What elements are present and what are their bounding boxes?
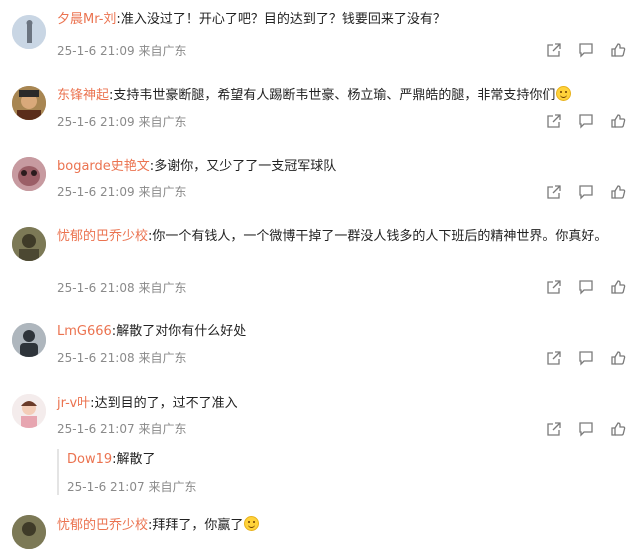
comment-date: 25-1-6 21:08 (57, 351, 135, 365)
comment-body: 解散了对你有什么好处 (116, 324, 247, 339)
comment-actions (546, 350, 626, 366)
comment-meta: 25-1-6 21:09 来自广东 (57, 114, 186, 130)
avatar[interactable] (12, 86, 46, 120)
share-icon[interactable] (546, 184, 562, 200)
comment-source: 来自广东 (138, 351, 187, 365)
comment-body: 多谢你，又少了了一支冠军球队 (154, 159, 337, 174)
share-icon[interactable] (546, 42, 562, 58)
share-icon[interactable] (546, 113, 562, 129)
comment-date: 25-1-6 21:07 (57, 422, 135, 436)
comment-text: jr-v叶:达到目的了，过不了准入 (57, 396, 238, 411)
comment-meta: 25-1-6 21:09 来自广东 (57, 43, 186, 59)
comment-source: 来自广东 (138, 422, 187, 436)
comment-username[interactable]: 忧郁的巴乔少校 (57, 518, 148, 533)
like-icon[interactable] (610, 42, 626, 58)
reply-meta: 25-1-6 21:07 来自广东 (67, 479, 196, 495)
comment-text: 夕晨Mr-刘:准入没过了！开心了吧？目的达到了？钱要回来了没有？ (57, 12, 446, 27)
comment-date: 25-1-6 21:09 (57, 185, 135, 199)
comment-icon[interactable] (578, 279, 594, 295)
avatar[interactable] (12, 323, 46, 357)
avatar[interactable] (12, 15, 46, 49)
comment-actions (546, 113, 626, 129)
comment-body: 支持韦世豪断腿，希望有人踢断韦世豪、杨立瑜、严鼎皓的腿，非常支持你们 (113, 88, 556, 103)
like-icon[interactable] (610, 184, 626, 200)
comment-date: 25-1-6 21:09 (57, 44, 135, 58)
comment-source: 来自广东 (138, 44, 187, 58)
like-icon[interactable] (610, 279, 626, 295)
comment-icon[interactable] (578, 350, 594, 366)
comment-body: 你一个有钱人，一个微博干掉了一群没人钱多的人下班后的精神世界。你真好。 (152, 229, 608, 244)
comment-text: bogarde史艳文:多谢你，又少了了一支冠军球队 (57, 159, 337, 174)
reply-username[interactable]: Dow19 (67, 452, 112, 467)
comment-source: 来自广东 (138, 115, 187, 129)
comment-meta: 25-1-6 21:08 来自广东 (57, 350, 186, 366)
comment-text: 忧郁的巴乔少校:你一个有钱人，一个微博干掉了一群没人钱多的人下班后的精神世界。你… (57, 229, 608, 244)
comment-date: 25-1-6 21:08 (57, 281, 135, 295)
comment-meta: 25-1-6 21:08 来自广东 (57, 280, 186, 296)
comment-icon[interactable] (578, 421, 594, 437)
share-icon[interactable] (546, 421, 562, 437)
comment-source: 来自广东 (138, 185, 187, 199)
comment-text: 忧郁的巴乔少校:拜拜了，你赢了 (57, 514, 617, 538)
comment-username[interactable]: LmG666 (57, 324, 112, 339)
comment-meta: 25-1-6 21:09 来自广东 (57, 184, 186, 200)
comment-actions (546, 279, 626, 295)
comment-username[interactable]: jr-v叶 (57, 396, 90, 411)
grin-emoji-icon (556, 86, 572, 101)
like-icon[interactable] (610, 421, 626, 437)
comment-text: 东锋神起:支持韦世豪断腿，希望有人踢断韦世豪、杨立瑜、严鼎皓的腿，非常支持你们 (57, 84, 617, 108)
comment-username[interactable]: 夕晨Mr-刘 (57, 12, 116, 27)
comment-actions (546, 421, 626, 437)
comment-date: 25-1-6 21:09 (57, 115, 135, 129)
comment-body: 达到目的了，过不了准入 (94, 396, 238, 411)
avatar[interactable] (12, 394, 46, 428)
reply-body: 解散了 (116, 452, 156, 467)
comment-username[interactable]: 忧郁的巴乔少校 (57, 229, 148, 244)
comment-body: 拜拜了，你赢了 (152, 518, 244, 533)
comment-actions (546, 184, 626, 200)
comment-icon[interactable] (578, 42, 594, 58)
like-icon[interactable] (610, 350, 626, 366)
comment-icon[interactable] (578, 113, 594, 129)
avatar[interactable] (12, 227, 46, 261)
avatar[interactable] (12, 157, 46, 191)
comment-meta: 25-1-6 21:07 来自广东 (57, 421, 186, 437)
like-icon[interactable] (610, 113, 626, 129)
reply-text: Dow19:解散了 (67, 452, 156, 467)
comment-body: 准入没过了！开心了吧？目的达到了？钱要回来了没有？ (120, 12, 446, 27)
comment-actions (546, 42, 626, 58)
comment-username[interactable]: 东锋神起 (57, 88, 109, 103)
avatar[interactable] (12, 515, 46, 549)
share-icon[interactable] (546, 279, 562, 295)
comment-icon[interactable] (578, 184, 594, 200)
comment-username[interactable]: bogarde史艳文 (57, 159, 150, 174)
reply-divider (57, 449, 59, 495)
comment-source: 来自广东 (138, 281, 187, 295)
share-icon[interactable] (546, 350, 562, 366)
reply-date: 25-1-6 21:07 (67, 480, 145, 494)
comment-text: LmG666:解散了对你有什么好处 (57, 324, 247, 339)
reply-source: 来自广东 (148, 480, 197, 494)
